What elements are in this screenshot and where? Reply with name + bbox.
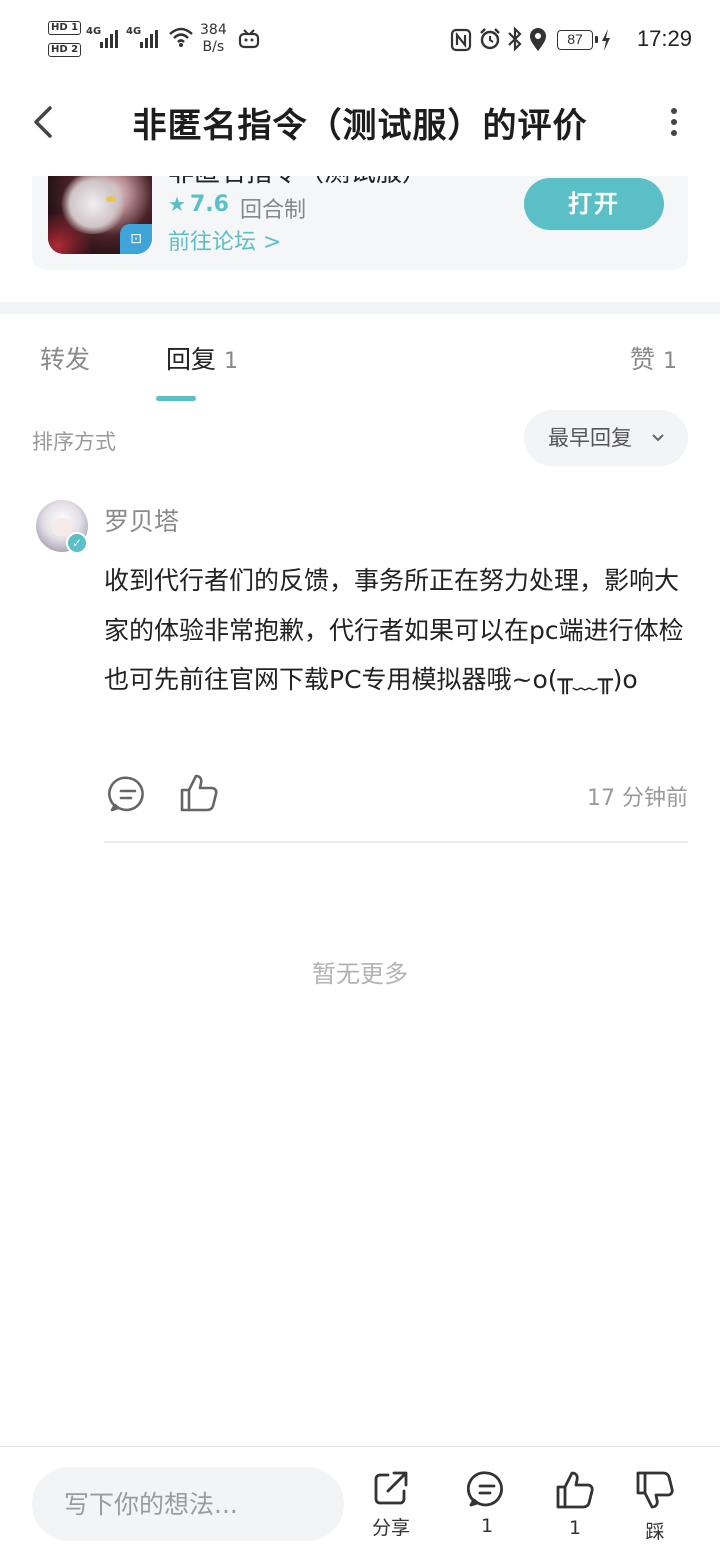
location-icon <box>530 28 546 51</box>
tab-forward[interactable]: 转发 <box>40 340 90 376</box>
tab-forward-label: 转发 <box>40 345 91 374</box>
tab-replies[interactable]: 回复 1 <box>166 340 238 376</box>
nfc-icon <box>450 28 472 52</box>
star-icon: ★ <box>168 192 186 216</box>
status-bar: HD 1 HD 2 4G 4G 384 B/s 87 17:29 <box>0 0 720 80</box>
comment-button[interactable]: 1 <box>452 1469 522 1537</box>
avatar-face <box>52 518 72 536</box>
signal1-icon <box>100 30 118 48</box>
network1-label: 4G <box>86 26 102 37</box>
reply-divider <box>104 841 688 843</box>
chevron-down-icon <box>650 410 666 489</box>
sort-selected-value: 最早回复 <box>548 426 632 450</box>
hd1-indicator: HD 1 <box>48 20 82 35</box>
battery-level: 87 <box>567 31 583 47</box>
reply-like-icon[interactable] <box>178 772 220 814</box>
speed-unit: B/s <box>202 39 225 55</box>
more-options-button[interactable] <box>664 102 684 142</box>
charging-icon <box>602 29 610 51</box>
forum-link[interactable]: 前往论坛 > <box>168 224 281 256</box>
page-header: 非匿名指令（测试服）的评价 <box>0 80 720 176</box>
hd2-indicator: HD 2 <box>48 42 82 57</box>
tab-likes[interactable]: 赞1 <box>630 340 677 376</box>
tab-replies-count: 1 <box>224 349 239 374</box>
open-app-button[interactable]: 打开 <box>524 178 664 230</box>
hd2-label: HD 2 <box>48 43 82 57</box>
wifi-icon <box>169 27 193 47</box>
reply-text: 收到代行者们的反馈，事务所正在努力处理，影响大家的体验非常抱歉，代行者如果可以在… <box>104 566 684 694</box>
app-genre: 回合制 <box>240 198 307 223</box>
sort-label: 排序方式 <box>32 430 116 454</box>
comment-input[interactable] <box>32 1467 344 1541</box>
chevron-left-icon <box>34 106 52 138</box>
reply-comment-icon[interactable] <box>108 774 148 814</box>
dislike-button[interactable]: 踩 <box>620 1469 690 1544</box>
speed-value: 384 <box>200 22 227 38</box>
app-icon-art <box>106 196 116 202</box>
more-dot-icon <box>671 108 677 114</box>
app-rating: ★ 7.6 <box>168 192 229 217</box>
clock: 17:29 <box>636 26 692 51</box>
bottom-bar: 分享 1 1 踩 <box>0 1446 720 1560</box>
tab-replies-label: 回复 <box>166 345 217 374</box>
network2-label: 4G <box>126 26 142 37</box>
thumbs-down-icon <box>636 1471 674 1509</box>
sort-dropdown[interactable]: 最早回复 <box>524 410 688 466</box>
tv-app-icon <box>238 29 260 49</box>
comment-icon <box>467 1471 503 1507</box>
tab-likes-label: 赞 <box>630 345 656 374</box>
dislike-label: 踩 <box>645 1521 665 1543</box>
app-icon-art <box>58 174 128 234</box>
bluetooth-icon <box>508 26 522 52</box>
no-more-text: 暂无更多 <box>312 960 408 988</box>
like-button[interactable]: 1 <box>540 1469 610 1539</box>
reply-time: 17 分钟前 <box>587 786 688 811</box>
more-dot-icon <box>671 130 677 136</box>
rating-value: 7.6 <box>189 192 229 217</box>
back-button[interactable] <box>22 100 66 144</box>
like-count: 1 <box>568 1517 582 1539</box>
hd1-label: HD 1 <box>48 21 82 35</box>
share-label: 分享 <box>371 1517 410 1539</box>
battery-icon: 87 <box>557 30 598 50</box>
verified-badge-icon: ✓ <box>66 532 88 554</box>
network-speed: 384 B/s <box>200 22 227 56</box>
thumbs-up-icon <box>556 1471 594 1509</box>
bilibili-badge-icon: ⊡ <box>120 224 152 254</box>
share-button[interactable]: 分享 <box>356 1469 426 1540</box>
tab-active-indicator <box>156 396 196 401</box>
share-icon <box>374 1471 408 1505</box>
alarm-icon <box>480 28 500 50</box>
tab-likes-count: 1 <box>663 349 678 374</box>
reply-author[interactable]: 罗贝塔 <box>104 502 179 538</box>
signal2-icon <box>140 30 158 48</box>
section-divider <box>0 302 720 314</box>
comment-count: 1 <box>480 1515 494 1537</box>
page-title: 非匿名指令（测试服）的评价 <box>132 106 588 146</box>
more-dot-icon <box>671 119 677 125</box>
